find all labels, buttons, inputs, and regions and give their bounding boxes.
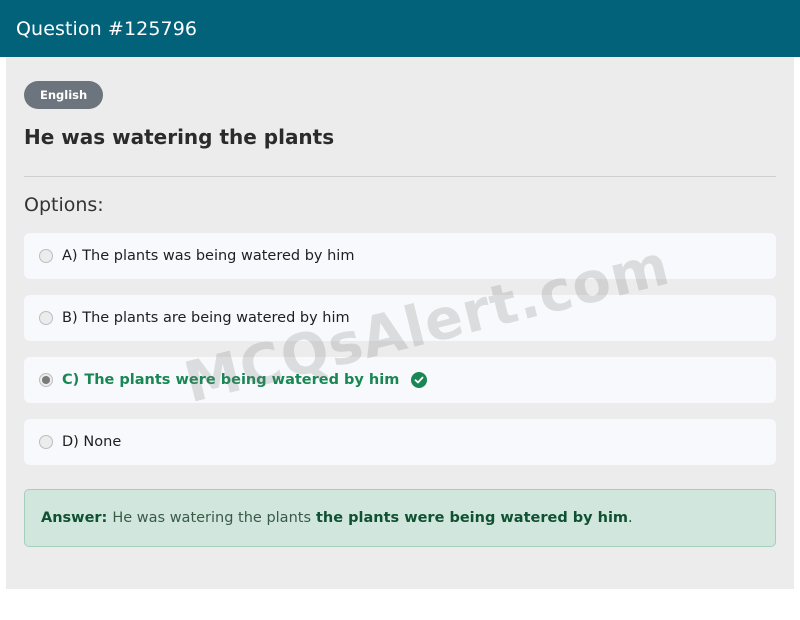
option-a-label: A) The plants was being watered by him xyxy=(62,248,355,264)
option-b[interactable]: B) The plants are being watered by him xyxy=(24,295,776,341)
page-title: Question #125796 xyxy=(16,17,198,40)
answer-question-text: He was watering the plants xyxy=(112,510,311,526)
option-d[interactable]: D) None xyxy=(24,419,776,465)
answer-label: Answer: xyxy=(41,510,108,526)
question-card: English He was watering the plants Optio… xyxy=(6,57,794,589)
answer-box: Answer: He was watering the plants the p… xyxy=(24,489,776,547)
answer-correct-text: the plants were being watered by him xyxy=(316,510,629,526)
option-c[interactable]: C) The plants were being watered by him xyxy=(24,357,776,403)
category-badge[interactable]: English xyxy=(24,81,104,109)
option-a[interactable]: A) The plants was being watered by him xyxy=(24,233,776,279)
option-c-label: C) The plants were being watered by him xyxy=(62,372,400,388)
question-text: He was watering the plants xyxy=(24,125,335,149)
divider xyxy=(24,176,776,177)
option-d-radio[interactable] xyxy=(39,435,53,449)
option-c-radio[interactable] xyxy=(39,373,53,387)
answer-suffix: . xyxy=(628,510,633,526)
options-heading: Options: xyxy=(24,194,104,216)
option-d-label: D) None xyxy=(62,434,122,450)
option-a-radio[interactable] xyxy=(39,249,53,263)
check-circle-icon xyxy=(411,372,428,388)
page-header: Question #125796 xyxy=(0,0,800,57)
option-b-label: B) The plants are being watered by him xyxy=(62,310,350,326)
option-b-radio[interactable] xyxy=(39,311,53,325)
